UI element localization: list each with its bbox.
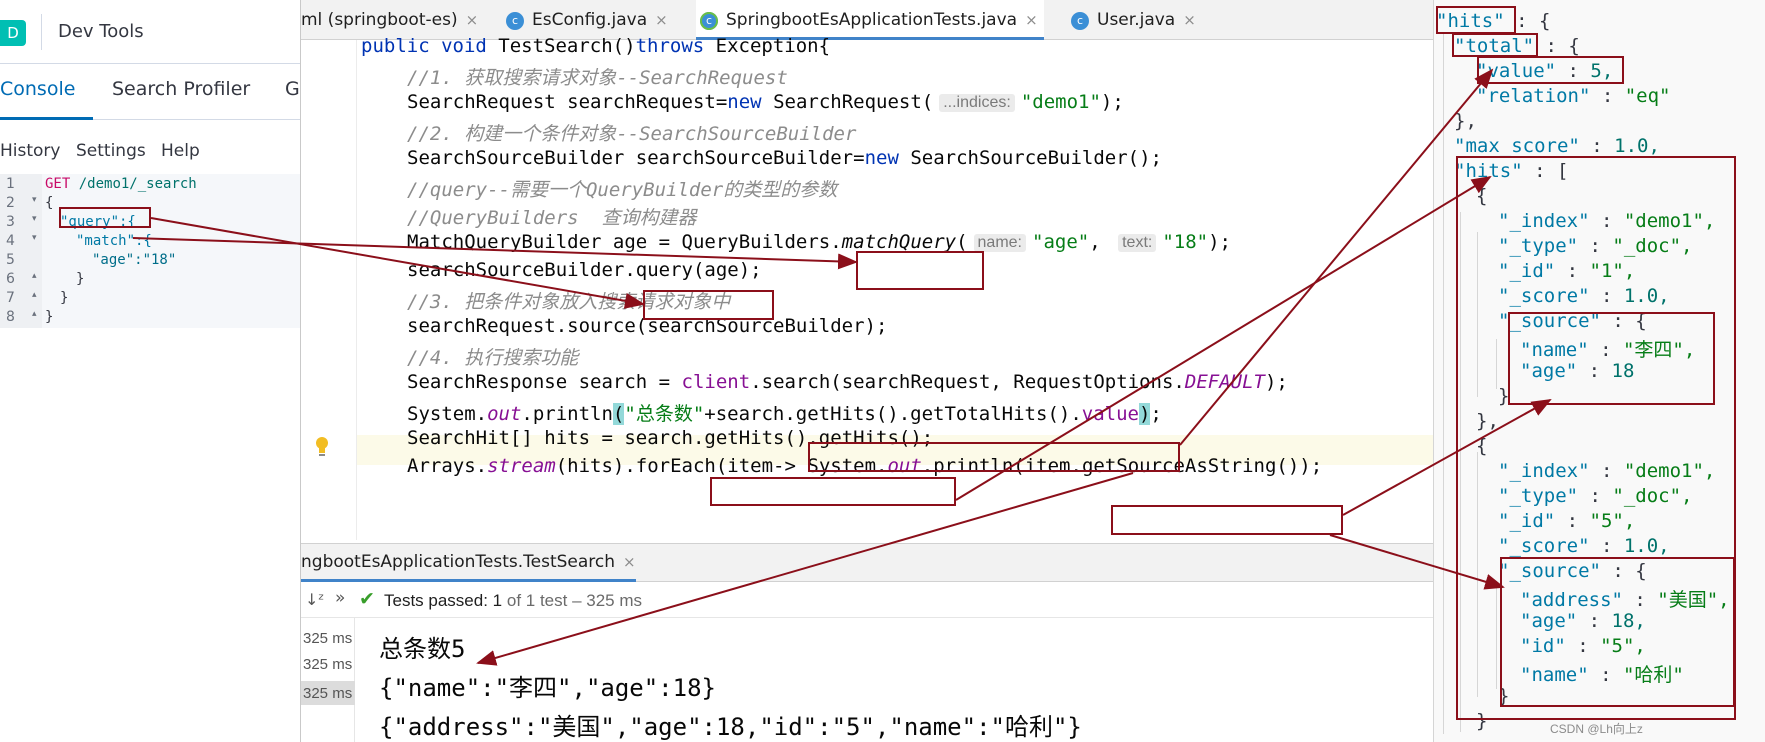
code-line: SearchSourceBuilder searchSourceBuilder=…: [407, 147, 1162, 169]
check-icon: ✔: [359, 588, 375, 610]
tab-esconfig[interactable]: c EsConfig.java ×: [506, 0, 668, 40]
editor-gutter: [301, 40, 357, 540]
tests-status: Tests passed: 1 of 1 test – 325 ms: [384, 591, 642, 610]
json-line: "max_score" : 1.0,: [1454, 135, 1660, 157]
console-output-line: 总条数5: [379, 635, 466, 663]
code-line: MatchQueryBuilder age = QueryBuilders.ma…: [407, 231, 1231, 253]
request-line: "match":{: [76, 233, 152, 249]
test-duration[interactable]: 325 ms: [301, 681, 355, 705]
kibana-dev-tools: D Dev Tools Console Search Profiler G Hi…: [0, 0, 300, 742]
request-line: }: [60, 290, 69, 306]
close-icon[interactable]: ×: [623, 553, 636, 571]
code-comment: //query--需要一个QueryBuilder的类型的参数: [407, 179, 838, 201]
tab-console[interactable]: Console: [0, 78, 75, 100]
close-icon[interactable]: ×: [466, 11, 479, 29]
fold-arrow-icon[interactable]: ▴: [32, 271, 37, 281]
fold-arrow-icon[interactable]: ▾: [32, 233, 37, 243]
code-comment: //2. 构建一个条件对象--SearchSourceBuilder: [407, 123, 857, 145]
test-duration[interactable]: 325 ms: [301, 656, 355, 673]
annotation-box-query: [59, 207, 151, 228]
code-comment: //1. 获取搜索请求对象--SearchRequest: [407, 67, 788, 89]
dev-tools-tabs: Console Search Profiler G: [0, 64, 300, 120]
annotation-box-source-string: [1111, 505, 1343, 535]
request-line: }: [45, 309, 54, 325]
test-duration[interactable]: 325 ms: [301, 630, 355, 647]
run-tab-bar: ngbootEsApplicationTests.TestSearch ×: [301, 544, 1433, 582]
request-line: {: [45, 195, 54, 211]
intellij-editor-window: ml (springboot-es) × c EsConfig.java × c Spr…: [300, 0, 1433, 742]
tab-search-profiler[interactable]: Search Profiler: [112, 78, 250, 100]
fold-arrow-icon[interactable]: ▾: [32, 214, 37, 224]
header-divider: [41, 14, 42, 50]
close-icon[interactable]: ×: [655, 11, 668, 29]
close-icon[interactable]: ×: [1025, 11, 1038, 29]
class-icon: c: [1071, 12, 1089, 30]
json-line: "relation" : "eq": [1476, 85, 1671, 107]
line-number: 1: [6, 176, 15, 192]
annotation-box-matchquery: [856, 251, 984, 290]
settings-link[interactable]: Settings: [76, 141, 146, 161]
line-number: 3 ▾: [6, 214, 37, 230]
request-code[interactable]: GET /demo1/_search { "query":{ "match":{…: [42, 174, 300, 328]
annotation-box-json-source-2: [1500, 557, 1735, 707]
code-line: SearchResponse search = client.search(se…: [407, 371, 1288, 393]
page-title: Dev Tools: [58, 21, 144, 42]
tab-grok-debugger[interactable]: G: [285, 78, 300, 100]
tab-pom[interactable]: ml (springboot-es) ×: [301, 0, 478, 40]
line-number: 7 ▴: [6, 290, 37, 306]
run-toolbar: ↓ᶻ » ✔ Tests passed: 1 of 1 test – 325 m…: [301, 582, 1433, 618]
code-comment: //4. 执行搜索功能: [407, 347, 579, 369]
line-number: 2 ▾: [6, 195, 37, 211]
editor-tab-bar: ml (springboot-es) × c EsConfig.java × c Spr…: [301, 0, 1433, 40]
parameter-hint: ...indices:: [939, 94, 1015, 112]
code-line: System.out.println("总条数"+search.getHits(…: [407, 403, 1162, 425]
run-tool-window: ngbootEsApplicationTests.TestSearch × ↓ᶻ …: [301, 543, 1433, 742]
annotation-box-total-hits: [808, 442, 1180, 472]
console-output-line: {"address":"美国","age":18,"id":"5","name"…: [379, 713, 1082, 741]
line-number: 6 ▴: [6, 271, 37, 287]
parameter-hint: text:: [1118, 234, 1157, 252]
annotation-box-json-source-1: [1508, 312, 1715, 405]
code-line: public void TestSearch()throws Exception…: [361, 35, 831, 57]
watermark: CSDN @Lh向上z: [1550, 722, 1643, 736]
line-number: 8 ▴: [6, 309, 37, 325]
help-link[interactable]: Help: [161, 141, 200, 161]
tab-user[interactable]: c User.java ×: [1071, 0, 1196, 40]
annotation-box-json-hits: [1436, 6, 1516, 34]
sort-icon[interactable]: ↓ᶻ: [305, 590, 324, 609]
console-menu: History Settings Help: [0, 120, 300, 174]
line-number: 4 ▾: [6, 233, 37, 249]
annotation-box-query-call: [643, 290, 774, 320]
indent-guide: [1443, 34, 1444, 734]
app-logo-icon[interactable]: D: [0, 20, 26, 46]
test-tree: 325 ms 325 ms 325 ms: [301, 618, 355, 742]
console-request-editor[interactable]: 1 2 ▾ 3 ▾ 4 ▾ 5 6 ▴ 7 ▴ 8 ▴ GET /demo1/_search…: [0, 174, 300, 328]
test-class-icon: c: [700, 12, 718, 30]
lightbulb-icon[interactable]: [315, 435, 329, 461]
tab-run-configuration[interactable]: ngbootEsApplicationTests.TestSearch ×: [301, 544, 636, 582]
history-link[interactable]: History: [0, 141, 60, 161]
fold-arrow-icon[interactable]: ▾: [32, 195, 37, 205]
annotation-box-json-value: [1477, 56, 1624, 84]
fold-arrow-icon[interactable]: ▴: [32, 290, 37, 300]
fold-arrow-icon[interactable]: ▴: [32, 309, 37, 319]
request-line: GET /demo1/_search: [45, 176, 197, 192]
code-line: SearchRequest searchRequest=new SearchRe…: [407, 91, 1124, 113]
code-comment: //QueryBuilders 查询构建器: [407, 207, 697, 229]
editor-gutter: 1 2 ▾ 3 ▾ 4 ▾ 5 6 ▴ 7 ▴ 8 ▴: [0, 174, 42, 328]
json-line: },: [1454, 110, 1477, 132]
chevron-more-icon[interactable]: »: [335, 588, 345, 608]
request-line: "age":"18": [92, 252, 177, 268]
close-icon[interactable]: ×: [1183, 11, 1196, 29]
annotation-box-json-total: [1452, 33, 1538, 57]
code-line: searchSourceBuilder.query(age);: [407, 259, 762, 281]
annotation-box-get-hits: [710, 477, 956, 506]
class-icon: c: [506, 12, 524, 30]
request-line: }: [76, 271, 85, 287]
tab-springboot-es-application-tests[interactable]: c SpringbootEsApplicationTests.java ×: [696, 0, 1044, 40]
line-number: 5: [6, 252, 15, 268]
dev-tools-header: D Dev Tools: [0, 0, 300, 64]
parameter-hint: name:: [973, 234, 1026, 252]
console-output-line: {"name":"李四","age":18}: [379, 674, 716, 702]
